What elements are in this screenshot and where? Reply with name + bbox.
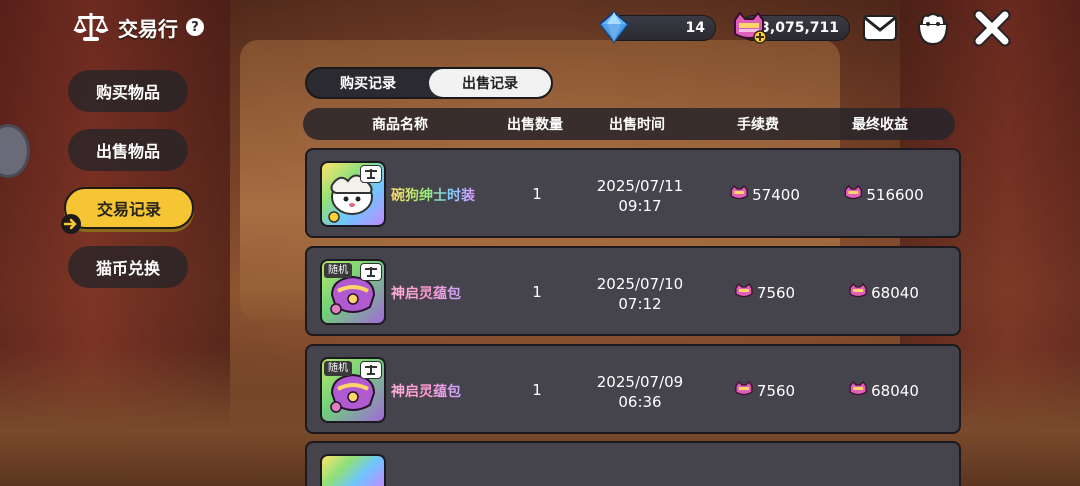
- cat-coin-plus-icon: [731, 10, 767, 48]
- sidebar-item-cat-coin-exchange[interactable]: 猫币兑换: [68, 246, 188, 288]
- income-value: 516600: [844, 185, 924, 205]
- cat-coin-icon: [735, 381, 753, 401]
- sidebar-item-label: 出售物品: [95, 142, 160, 161]
- table-row[interactable]: 随机 神启灵蕴包 1 2025/07/09 06:36 7560 68040: [305, 344, 961, 434]
- gem-count: 14: [685, 20, 705, 36]
- mail-button[interactable]: [860, 10, 900, 50]
- arrow-right-icon: [60, 213, 82, 239]
- cat-coin-icon: [849, 381, 867, 401]
- income-amount: 68040: [871, 382, 919, 400]
- item-image: 随机: [320, 259, 386, 325]
- random-badge: 随机: [324, 361, 352, 376]
- page-title: 交易行: [118, 16, 178, 41]
- fee-amount: 7560: [756, 284, 796, 302]
- fee-value: 7560: [735, 283, 795, 303]
- sale-date: 2025/07/09: [596, 373, 684, 391]
- bag-button[interactable]: [913, 10, 953, 50]
- cat-coin-icon: [730, 185, 748, 205]
- sale-quantity: 1: [532, 185, 542, 203]
- sale-clock: 06:36: [618, 393, 662, 411]
- tab-purchase-record[interactable]: 购买记录: [307, 69, 429, 97]
- table-row[interactable]: 碗狗绅士时装 1 2025/07/11 09:17 57400 516600: [305, 148, 961, 238]
- item-name: 神启灵蕴包: [391, 283, 461, 303]
- sale-quantity: 1: [532, 283, 542, 301]
- sidebar-item-sell[interactable]: 出售物品: [68, 129, 188, 171]
- fee-amount: 57400: [752, 186, 800, 204]
- diamond-icon: [597, 10, 631, 48]
- coin-balance[interactable]: 3,075,711: [734, 11, 850, 44]
- sale-clock: 09:17: [618, 197, 662, 215]
- column-header-name: 商品名称: [372, 117, 428, 133]
- column-header-income: 最终收益: [852, 117, 908, 133]
- table-row-partial[interactable]: [305, 441, 961, 486]
- income-amount: 516600: [866, 186, 924, 204]
- coin-count: 3,075,711: [760, 20, 839, 36]
- record-tabs: 购买记录 出售记录: [305, 67, 553, 99]
- tradeable-icon: [360, 165, 382, 183]
- page-header: 交易行 ?: [72, 10, 204, 44]
- item-image: 随机: [320, 357, 386, 423]
- cat-coin-icon: [735, 283, 753, 303]
- cat-coin-icon: [849, 283, 867, 303]
- item-name: 碗狗绅士时装: [391, 185, 475, 205]
- sale-date: 2025/07/10: [596, 275, 684, 293]
- sidebar-item-buy[interactable]: 购买物品: [68, 70, 188, 112]
- table-row[interactable]: 随机 神启灵蕴包 1 2025/07/10 07:12 7560 68040: [305, 246, 961, 336]
- sidebar-item-trade-record[interactable]: 交易记录: [61, 187, 194, 234]
- help-icon[interactable]: ?: [186, 18, 204, 36]
- table-header: 商品名称 出售数量 出售时间 手续费 最终收益: [303, 108, 955, 140]
- column-header-fee: 手续费: [737, 117, 779, 133]
- tradeable-icon: [360, 361, 382, 379]
- sale-time: 2025/07/09 06:36: [597, 372, 683, 412]
- close-icon: [973, 9, 1011, 51]
- scale-icon: [72, 10, 110, 44]
- sale-clock: 07:12: [618, 295, 662, 313]
- column-header-time: 出售时间: [609, 117, 665, 133]
- sidebar-item-label: 猫币兑换: [95, 259, 160, 278]
- sale-date: 2025/07/11: [596, 177, 684, 195]
- fee-value: 57400: [730, 185, 800, 205]
- random-badge: 随机: [324, 263, 352, 278]
- item-name: 神启灵蕴包: [391, 381, 461, 401]
- income-value: 68040: [849, 283, 919, 303]
- tradeable-icon: [360, 263, 382, 281]
- item-image: [320, 454, 386, 486]
- tab-sale-record[interactable]: 出售记录: [429, 69, 551, 97]
- income-amount: 68040: [871, 284, 919, 302]
- sidebar-item-label: 交易记录: [96, 200, 161, 219]
- sidebar-item-label: 购买物品: [95, 83, 160, 102]
- fee-value: 7560: [735, 381, 795, 401]
- close-button[interactable]: [972, 9, 1012, 51]
- sale-time: 2025/07/11 09:17: [597, 176, 683, 216]
- item-image: [320, 161, 386, 227]
- mail-icon: [862, 14, 898, 46]
- fee-amount: 7560: [756, 382, 796, 400]
- income-value: 68040: [849, 381, 919, 401]
- bag-icon: [914, 10, 952, 50]
- gem-balance[interactable]: 14: [598, 10, 716, 44]
- sale-quantity: 1: [532, 381, 542, 399]
- cat-coin-icon: [844, 185, 863, 205]
- sale-time: 2025/07/10 07:12: [597, 274, 683, 314]
- column-header-quantity: 出售数量: [507, 117, 563, 133]
